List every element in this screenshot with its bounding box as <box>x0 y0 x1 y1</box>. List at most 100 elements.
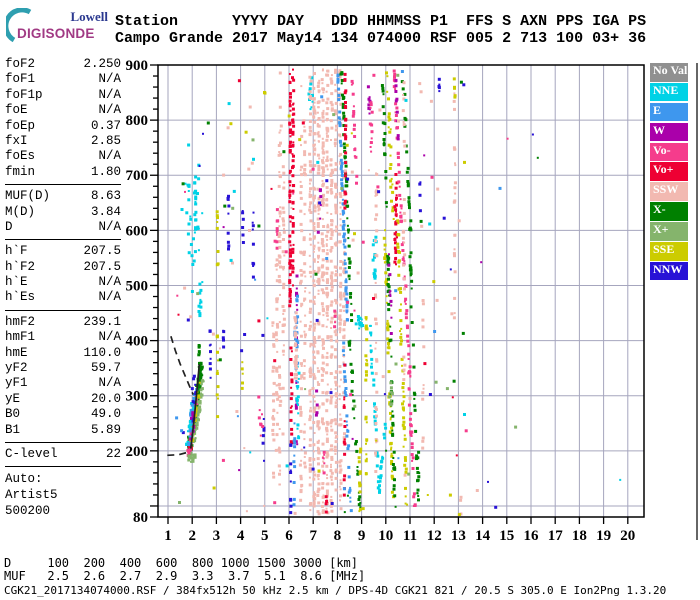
data-point <box>288 288 292 291</box>
data-point <box>374 194 377 197</box>
data-point <box>358 450 362 454</box>
data-point <box>308 120 312 123</box>
data-point <box>358 495 362 499</box>
data-point <box>321 146 324 149</box>
data-point <box>288 100 291 103</box>
data-point <box>289 397 293 401</box>
data-point <box>313 374 316 377</box>
data-point <box>289 244 292 247</box>
data-point <box>386 328 390 332</box>
svg-text:13: 13 <box>451 528 466 544</box>
data-point <box>272 343 276 347</box>
svg-text:500: 500 <box>126 278 149 294</box>
data-point <box>407 370 411 374</box>
data-point <box>329 237 333 240</box>
data-point <box>326 73 330 77</box>
data-point <box>353 404 357 408</box>
data-point <box>321 218 324 221</box>
data-point <box>393 478 396 482</box>
data-point <box>394 90 398 93</box>
data-point <box>281 330 285 334</box>
data-point <box>346 429 350 433</box>
data-point <box>374 322 378 326</box>
data-point <box>367 169 370 172</box>
data-point <box>263 459 265 462</box>
data-point <box>396 245 400 249</box>
data-point <box>295 298 299 302</box>
data-point <box>333 325 337 329</box>
data-point <box>299 191 303 195</box>
data-point <box>339 417 343 421</box>
data-point <box>382 236 386 240</box>
data-point <box>275 208 279 212</box>
data-point <box>308 195 312 199</box>
data-point <box>342 142 346 146</box>
data-point <box>394 237 397 240</box>
legend-item-nne: NNE <box>650 82 688 102</box>
data-point <box>294 311 298 315</box>
data-point <box>317 117 321 120</box>
data-point <box>334 138 337 142</box>
data-point <box>322 291 325 295</box>
data-point <box>421 318 425 322</box>
data-point <box>352 110 356 113</box>
data-point <box>290 392 294 396</box>
data-point <box>274 263 278 267</box>
data-point <box>320 367 324 371</box>
data-point <box>197 350 201 354</box>
data-point <box>281 217 285 221</box>
data-point <box>419 181 422 184</box>
data-point <box>453 186 457 190</box>
data-point <box>302 270 306 274</box>
data-point <box>321 69 324 72</box>
data-point <box>308 90 312 94</box>
data-point <box>356 466 359 468</box>
data-point <box>229 258 233 262</box>
data-point <box>349 393 353 397</box>
data-point <box>245 510 248 513</box>
data-point <box>452 200 456 204</box>
data-point <box>290 378 294 382</box>
data-point <box>370 150 373 153</box>
data-point <box>334 469 338 473</box>
data-point <box>321 307 325 311</box>
data-point <box>287 114 291 118</box>
data-point <box>399 330 401 333</box>
data-point <box>321 391 325 395</box>
data-point <box>339 72 343 76</box>
data-point <box>198 165 201 167</box>
data-point <box>372 73 376 77</box>
data-point <box>297 435 300 438</box>
data-point <box>329 303 333 307</box>
data-point <box>292 497 296 501</box>
data-point <box>289 410 293 414</box>
data-point <box>343 442 347 446</box>
data-point <box>344 118 348 122</box>
data-point <box>406 334 410 338</box>
data-point <box>382 93 385 96</box>
data-point <box>309 320 312 323</box>
data-point <box>275 246 279 250</box>
data-point <box>463 413 466 416</box>
data-point <box>278 428 281 430</box>
data-point <box>330 159 333 162</box>
data-point <box>351 114 355 118</box>
data-point <box>339 326 342 329</box>
data-point <box>330 444 334 448</box>
data-point <box>452 316 456 320</box>
data-point <box>344 287 348 291</box>
data-point <box>279 215 281 218</box>
data-point <box>393 75 396 79</box>
data-point <box>279 129 282 132</box>
data-point <box>421 397 425 401</box>
data-point <box>400 327 403 330</box>
data-point <box>316 85 320 88</box>
data-point <box>226 126 230 130</box>
data-point <box>308 270 312 274</box>
data-point <box>344 174 347 178</box>
data-point <box>273 239 277 243</box>
data-point <box>190 456 194 460</box>
data-point <box>400 70 404 73</box>
data-point <box>342 370 346 374</box>
data-point <box>185 211 189 215</box>
